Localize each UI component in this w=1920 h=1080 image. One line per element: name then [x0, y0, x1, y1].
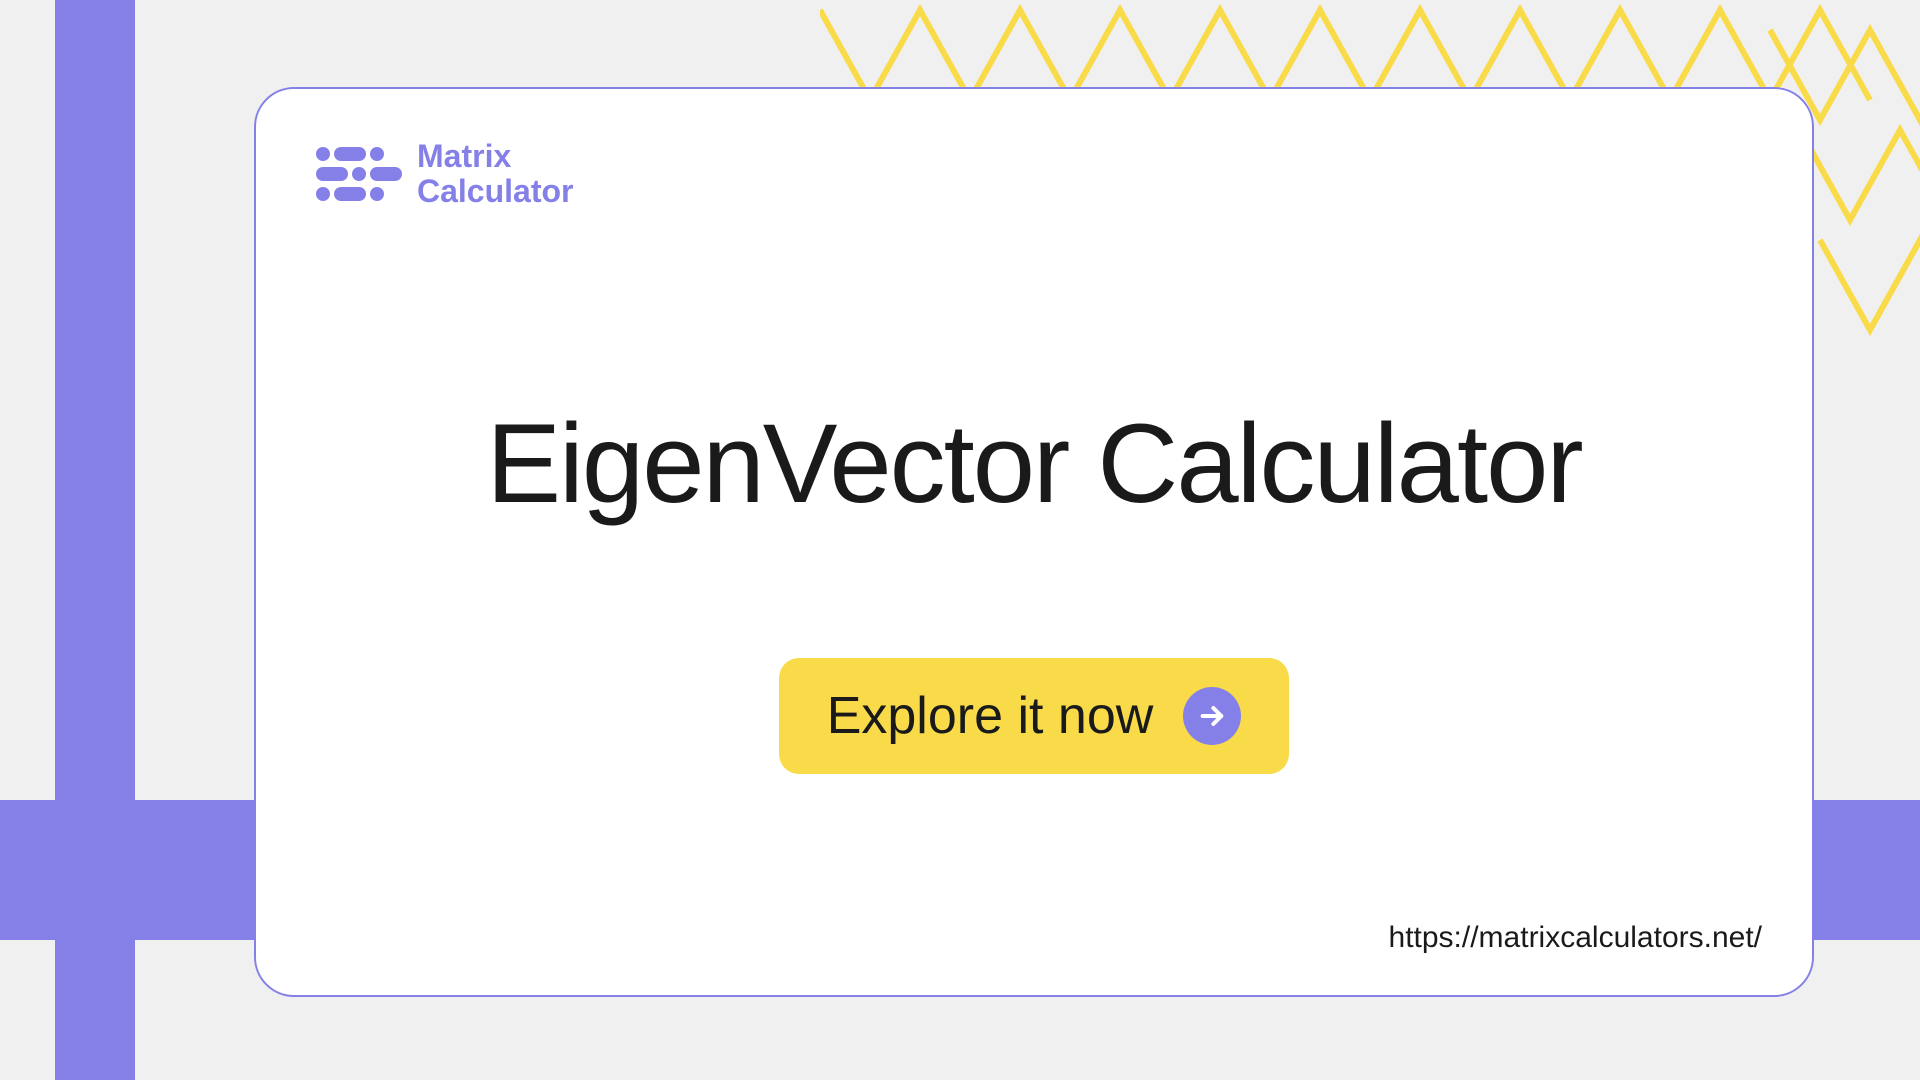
cta-label: Explore it now	[827, 686, 1154, 746]
explore-button[interactable]: Explore it now	[779, 658, 1290, 774]
logo-line1: Matrix	[417, 139, 573, 174]
page-title: EigenVector Calculator	[316, 399, 1752, 528]
main-card: Matrix Calculator EigenVector Calculator…	[254, 87, 1814, 997]
logo-icon	[316, 147, 402, 201]
arrow-circle-icon	[1183, 687, 1241, 745]
logo-text: Matrix Calculator	[417, 139, 573, 209]
url-text: https://matrixcalculators.net/	[1389, 921, 1762, 955]
logo-line2: Calculator	[417, 174, 573, 209]
logo: Matrix Calculator	[316, 139, 1752, 209]
